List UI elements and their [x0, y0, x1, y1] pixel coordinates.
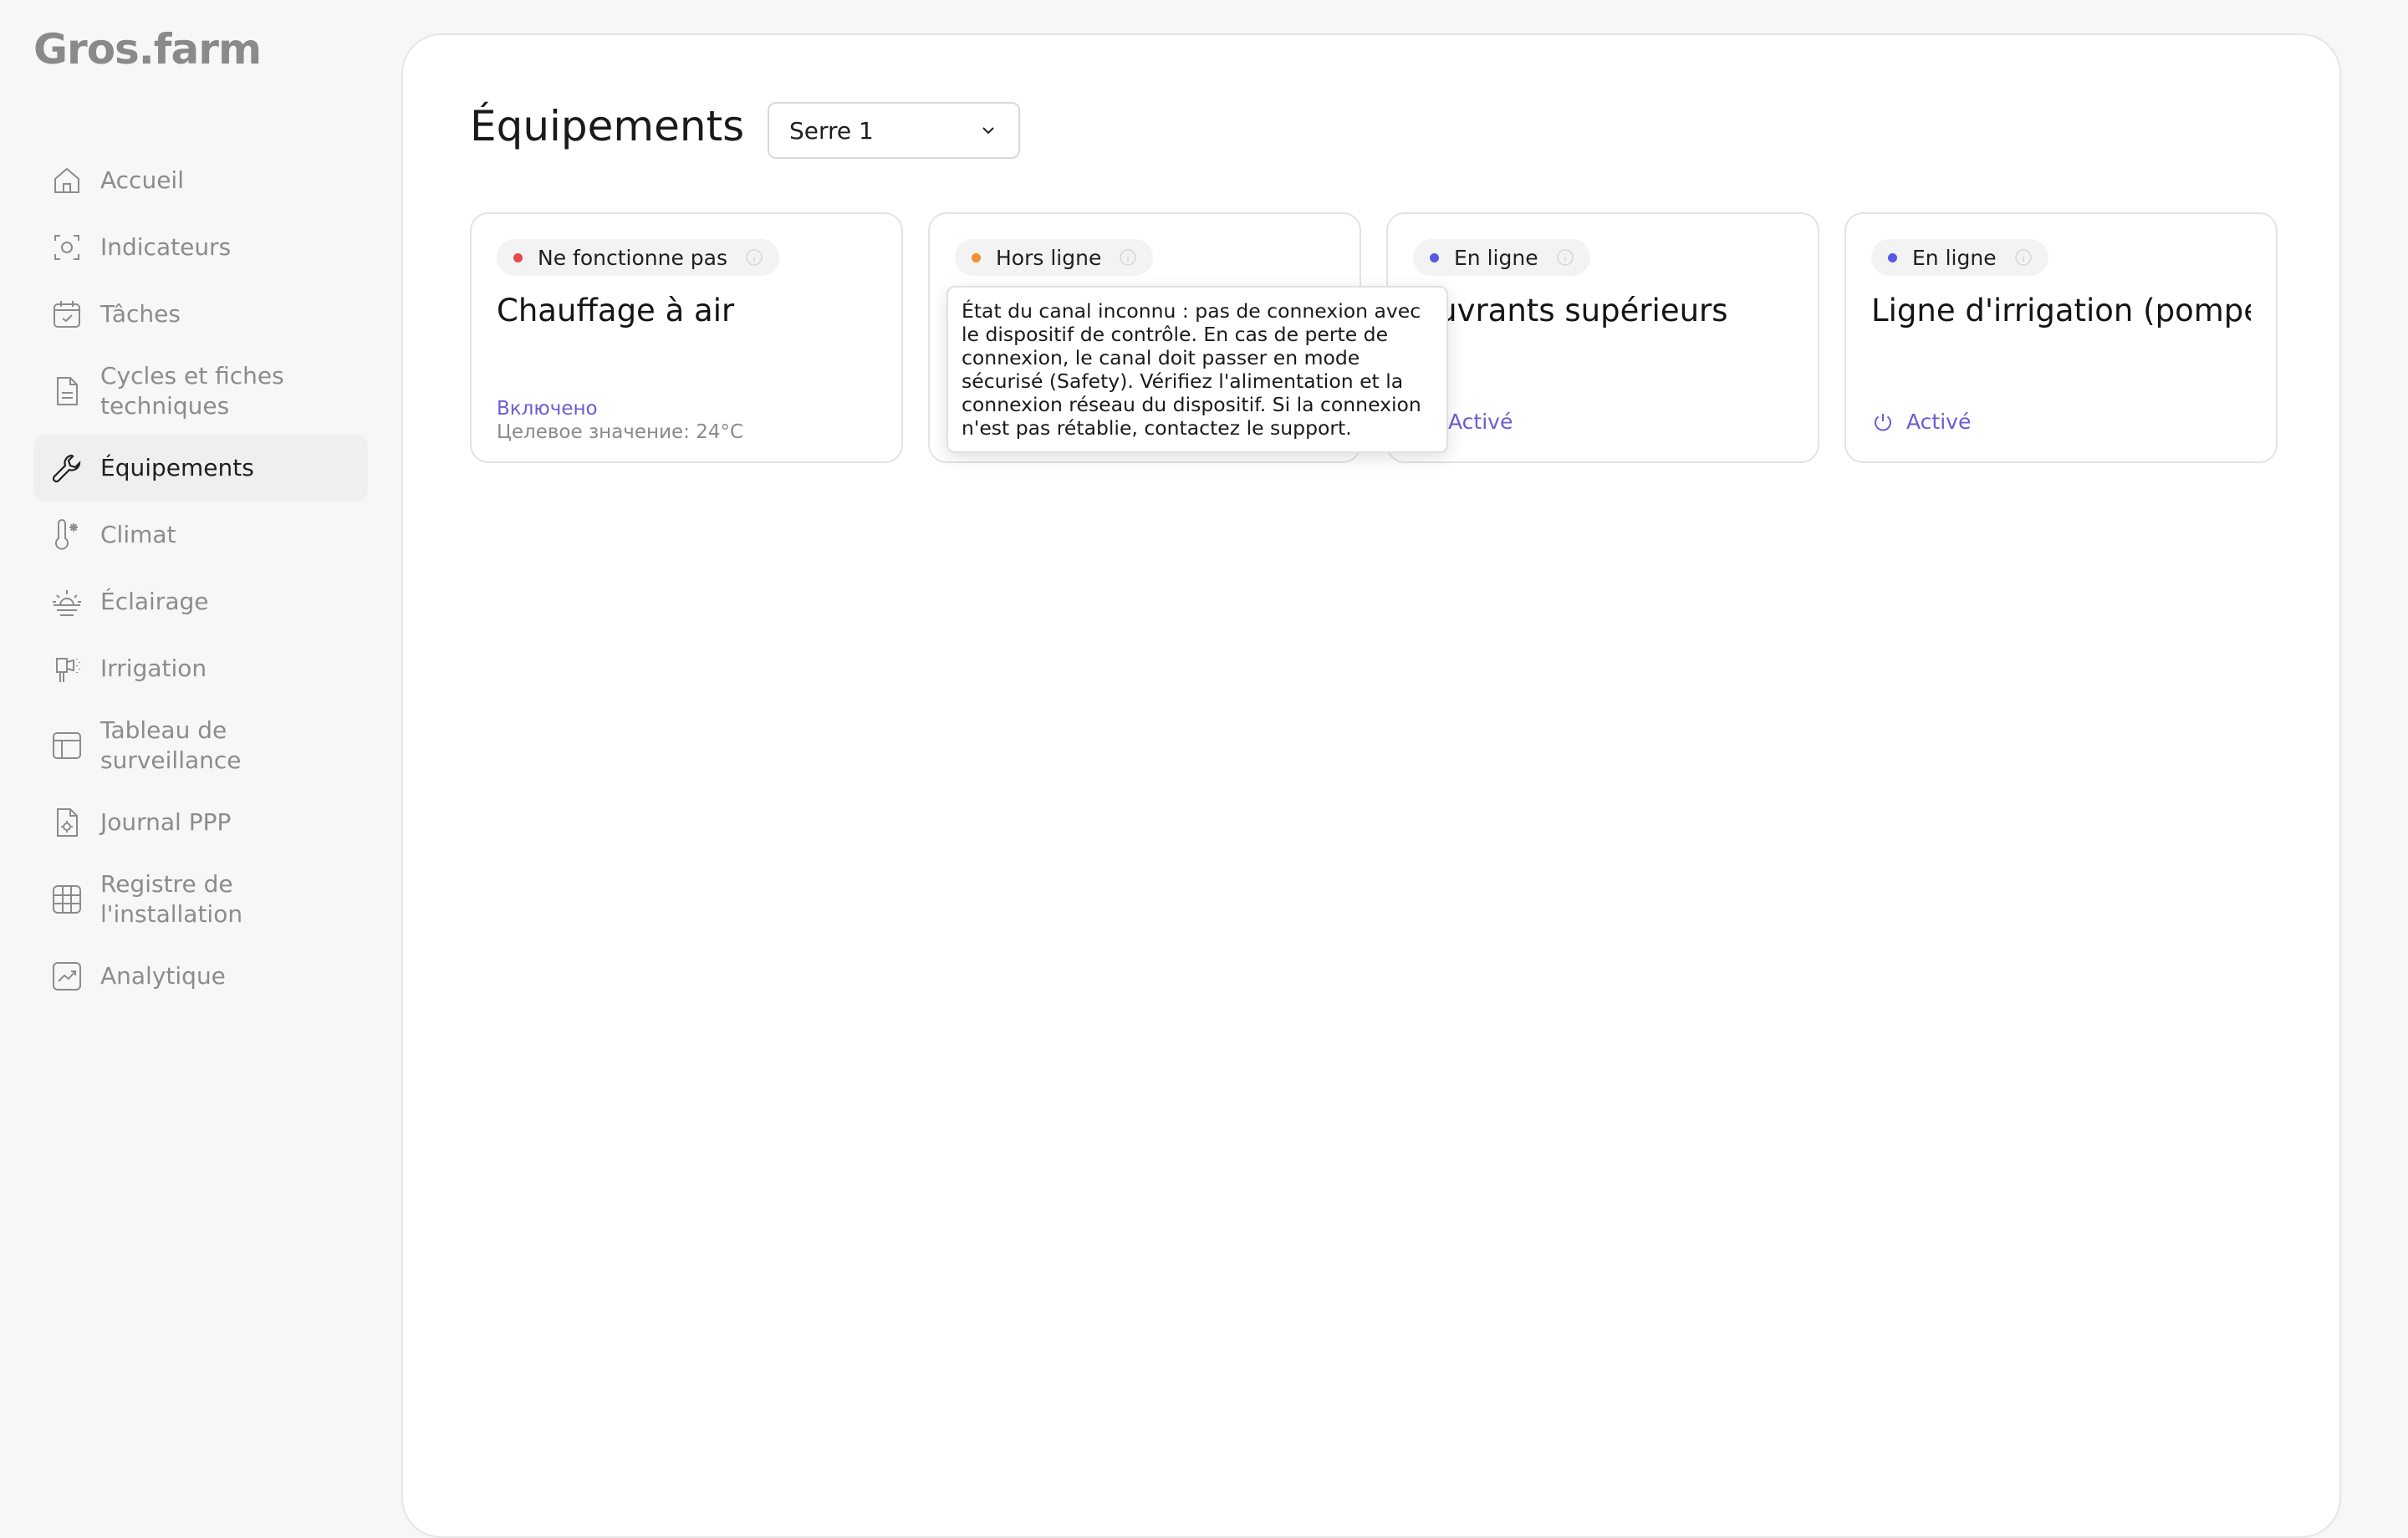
- info-icon[interactable]: [1118, 247, 1138, 267]
- status-badge: Hors ligne: [955, 239, 1154, 276]
- equipment-card-irrigation[interactable]: En ligne Ligne d'irrigation (pompe) Acti…: [1844, 212, 2278, 463]
- sidebar-item-label: Analytique: [100, 962, 226, 990]
- equipment-target-value: Целевое значение: 24°C: [497, 421, 744, 443]
- equipment-state-label: Activé: [1906, 410, 1972, 434]
- journal-icon: [50, 806, 84, 839]
- thermometer-icon: [50, 518, 84, 552]
- sidebar-item-registre[interactable]: Registre de l'installation: [33, 856, 368, 943]
- equipment-state[interactable]: Activé: [1871, 410, 1971, 434]
- status-badge: En ligne: [1413, 239, 1590, 276]
- power-icon: [1875, 413, 1891, 431]
- grid-icon: [50, 883, 84, 916]
- equipment-card-chauffage[interactable]: Ne fonctionne pas Chauffage à air Включе…: [470, 212, 903, 463]
- wrench-icon: [50, 451, 84, 485]
- sidebar-item-label: Accueil: [100, 166, 184, 194]
- equipment-name: Chauffage à air: [497, 293, 735, 328]
- status-badge-label: En ligne: [1912, 245, 1997, 270]
- sidebar-item-label: Tableau de surveillance: [100, 716, 242, 774]
- sunrise-icon: [50, 585, 84, 619]
- status-dot: [972, 252, 981, 262]
- chart-icon: [50, 960, 84, 993]
- sidebar-item-cycles[interactable]: Cycles et fiches techniques: [33, 348, 368, 435]
- sidebar-item-indicateurs[interactable]: Indicateurs: [33, 214, 368, 281]
- equipment-name: Ligne d'irrigation (pompe): [1871, 293, 2251, 328]
- calendar-check-icon: [50, 298, 84, 331]
- info-icon[interactable]: [2013, 247, 2033, 267]
- sidebar-item-label: Climat: [100, 521, 176, 548]
- sidebar-item-label: Registre de l'installation: [100, 870, 243, 928]
- sidebar-item-label: Cycles et fiches techniques: [100, 362, 284, 420]
- table-icon: [50, 729, 84, 762]
- equipment-name: Ouvrants supérieurs: [1413, 293, 1728, 328]
- app-logo[interactable]: Gros.farm: [33, 25, 262, 74]
- status-dot: [1888, 252, 1897, 262]
- status-badge-label: Hors ligne: [996, 245, 1102, 270]
- sidebar-item-analytique[interactable]: Analytique: [33, 943, 368, 1010]
- status-badge-label: En ligne: [1454, 245, 1538, 270]
- sidebar-item-label: Irrigation: [100, 654, 207, 682]
- sidebar-item-label: Indicateurs: [100, 233, 232, 261]
- sidebar-item-tableau[interactable]: Tableau de surveillance: [33, 702, 368, 789]
- status-dot: [513, 252, 523, 262]
- sidebar-item-journal[interactable]: Journal PPP: [33, 789, 368, 856]
- status-badge-label: Ne fonctionne pas: [538, 245, 727, 270]
- sidebar-item-label: Journal PPP: [100, 808, 232, 836]
- sensor-icon: [50, 231, 84, 264]
- main-panel: Équipements Serre 1 Ne fonctionne pas Ch…: [401, 33, 2341, 1538]
- sidebar-item-equipements[interactable]: Équipements: [33, 435, 368, 502]
- sidebar-item-label: Équipements: [100, 454, 254, 481]
- page-title: Équipements: [470, 102, 745, 150]
- sidebar-item-label: Tâches: [100, 300, 181, 328]
- equipment-state-label: Activé: [1448, 410, 1513, 434]
- greenhouse-select-value: Serre 1: [789, 116, 874, 145]
- chevron-down-icon: [982, 127, 994, 135]
- sidebar-nav: Accueil Indicateurs Tâches Cycles et fic…: [33, 147, 368, 1010]
- sidebar-item-irrigation[interactable]: Irrigation: [33, 635, 368, 702]
- sidebar-item-label: Éclairage: [100, 588, 209, 615]
- status-badge: Ne fonctionne pas: [497, 239, 779, 276]
- info-icon[interactable]: [744, 247, 764, 267]
- status-badge: En ligne: [1871, 239, 2048, 276]
- home-icon: [50, 164, 84, 197]
- document-icon: [50, 374, 84, 408]
- equipment-card-ouvrants[interactable]: En ligne Ouvrants supérieurs Activé: [1386, 212, 1819, 463]
- sidebar-item-taches[interactable]: Tâches: [33, 281, 368, 348]
- equipment-state: Включено: [497, 398, 598, 420]
- sidebar-item-climat[interactable]: Climat: [33, 502, 368, 568]
- sidebar-item-eclairage[interactable]: Éclairage: [33, 568, 368, 635]
- sidebar-item-accueil[interactable]: Accueil: [33, 147, 368, 214]
- info-icon[interactable]: [1555, 247, 1575, 267]
- greenhouse-select[interactable]: Serre 1: [768, 102, 1020, 159]
- status-dot: [1430, 252, 1439, 262]
- sprinkler-icon: [50, 652, 84, 685]
- status-tooltip: État du canal inconnu : pas de connexion…: [946, 286, 1448, 453]
